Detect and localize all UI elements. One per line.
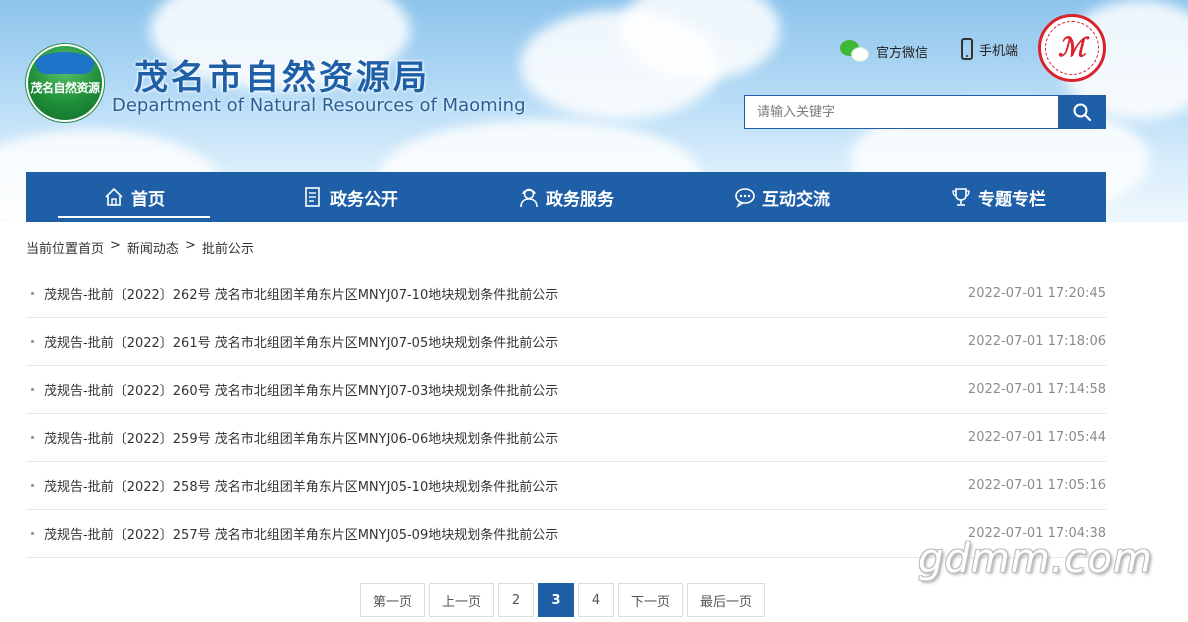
nav-item-gov-affairs[interactable]: 政务公开 — [242, 172, 458, 222]
pagination: 第一页 上一页 2 3 4 下一页 最后一页 — [360, 583, 766, 617]
document-icon — [305, 187, 320, 207]
bullet-icon — [31, 532, 34, 535]
mobile-link[interactable]: 手机端 — [961, 38, 1018, 60]
bullet-icon — [31, 436, 34, 439]
list-item: 茂规告-批前〔2022〕259号 茂名市北组团羊角东片区MNYJ06-06地块规… — [26, 414, 1106, 462]
list-item-date: 2022-07-01 17:05:44 — [967, 430, 1106, 445]
trophy-icon — [952, 188, 970, 206]
announcement-list: 茂规告-批前〔2022〕262号 茂名市北组团羊角东片区MNYJ07-10地块规… — [26, 270, 1106, 558]
site-subtitle: Department of Natural Resources of Maomi… — [112, 95, 526, 116]
search-button[interactable] — [1058, 96, 1105, 128]
nav-label: 专题专栏 — [978, 189, 1046, 210]
list-item: 茂规告-批前〔2022〕260号 茂名市北组团羊角东片区MNYJ07-03地块规… — [26, 366, 1106, 414]
bullet-icon — [31, 292, 34, 295]
list-item-date: 2022-07-01 17:14:58 — [967, 382, 1106, 397]
nav-item-gov-services[interactable]: 政务服务 — [458, 172, 674, 222]
list-item-title[interactable]: 茂规告-批前〔2022〕257号 茂名市北组团羊角东片区MNYJ05-09地块规… — [44, 524, 558, 543]
page-button-2[interactable]: 2 — [498, 583, 535, 617]
list-item-title[interactable]: 茂规告-批前〔2022〕262号 茂名市北组团羊角东片区MNYJ07-10地块规… — [44, 284, 558, 303]
breadcrumb-current[interactable]: 批前公示 — [202, 238, 254, 257]
nav-label: 互动交流 — [762, 189, 830, 210]
next-page-button[interactable]: 下一页 — [618, 583, 684, 617]
list-item-date: 2022-07-01 17:20:45 — [967, 286, 1106, 301]
bullet-icon — [31, 484, 34, 487]
list-item-title[interactable]: 茂规告-批前〔2022〕260号 茂名市北组团羊角东片区MNYJ07-03地块规… — [44, 380, 558, 399]
breadcrumb-separator: > — [184, 238, 196, 253]
page-button-4[interactable]: 4 — [578, 583, 615, 617]
service-person-icon — [520, 188, 538, 208]
first-page-button[interactable]: 第一页 — [360, 583, 426, 617]
search-input[interactable] — [745, 96, 1058, 128]
breadcrumb: 当前位置首页 > 新闻动态 > 批前公示 — [26, 238, 254, 257]
site-logo[interactable]: 茂名自然资源 — [28, 46, 102, 120]
list-item-date: 2022-07-01 17:05:16 — [967, 478, 1106, 493]
prev-page-button[interactable]: 上一页 — [429, 583, 495, 617]
page-button-current[interactable]: 3 — [538, 583, 575, 617]
list-item-title[interactable]: 茂规告-批前〔2022〕259号 茂名市北组团羊角东片区MNYJ06-06地块规… — [44, 428, 558, 447]
breadcrumb-news[interactable]: 新闻动态 — [127, 238, 179, 257]
main-nav: 首页 政务公开 政务服务 互动交流 专题专栏 — [26, 172, 1106, 222]
search-icon — [1073, 103, 1091, 122]
site-title: 茂名市自然资源局 — [134, 58, 430, 98]
phone-icon — [961, 38, 973, 60]
list-item-title[interactable]: 茂规告-批前〔2022〕258号 茂名市北组团羊角东片区MNYJ05-10地块规… — [44, 476, 558, 495]
breadcrumb-separator: > — [110, 238, 121, 253]
list-item: 茂规告-批前〔2022〕262号 茂名市北组团羊角东片区MNYJ07-10地块规… — [26, 270, 1106, 318]
list-item-date: 2022-07-01 17:18:06 — [967, 334, 1106, 349]
breadcrumb-home[interactable]: 当前位置首页 — [26, 238, 104, 257]
wechat-icon — [840, 38, 870, 64]
nav-label: 首页 — [131, 189, 165, 210]
list-item: 茂规告-批前〔2022〕258号 茂名市北组团羊角东片区MNYJ05-10地块规… — [26, 462, 1106, 510]
nav-item-interaction[interactable]: 互动交流 — [674, 172, 890, 222]
wechat-link[interactable]: 官方微信 — [840, 38, 928, 64]
nav-label: 政务服务 — [546, 189, 614, 210]
list-item: 茂规告-批前〔2022〕261号 茂名市北组团羊角东片区MNYJ07-05地块规… — [26, 318, 1106, 366]
bullet-icon — [31, 388, 34, 391]
maoming-stamp-logo[interactable]: ℳ — [1038, 14, 1106, 82]
last-page-button[interactable]: 最后一页 — [687, 583, 766, 617]
wechat-label: 官方微信 — [876, 45, 929, 61]
watermark: gdmm.com — [918, 536, 1153, 582]
chat-icon — [735, 188, 755, 208]
nav-item-special-topics[interactable]: 专题专栏 — [890, 172, 1106, 222]
list-item-title[interactable]: 茂规告-批前〔2022〕261号 茂名市北组团羊角东片区MNYJ07-05地块规… — [44, 332, 558, 351]
mobile-label: 手机端 — [979, 43, 1019, 59]
nav-item-home[interactable]: 首页 — [26, 172, 242, 222]
bullet-icon — [31, 340, 34, 343]
search-box — [744, 95, 1106, 129]
home-icon — [105, 187, 123, 206]
logo-text: 茂名自然资源 — [30, 80, 100, 95]
nav-label: 政务公开 — [330, 189, 398, 210]
